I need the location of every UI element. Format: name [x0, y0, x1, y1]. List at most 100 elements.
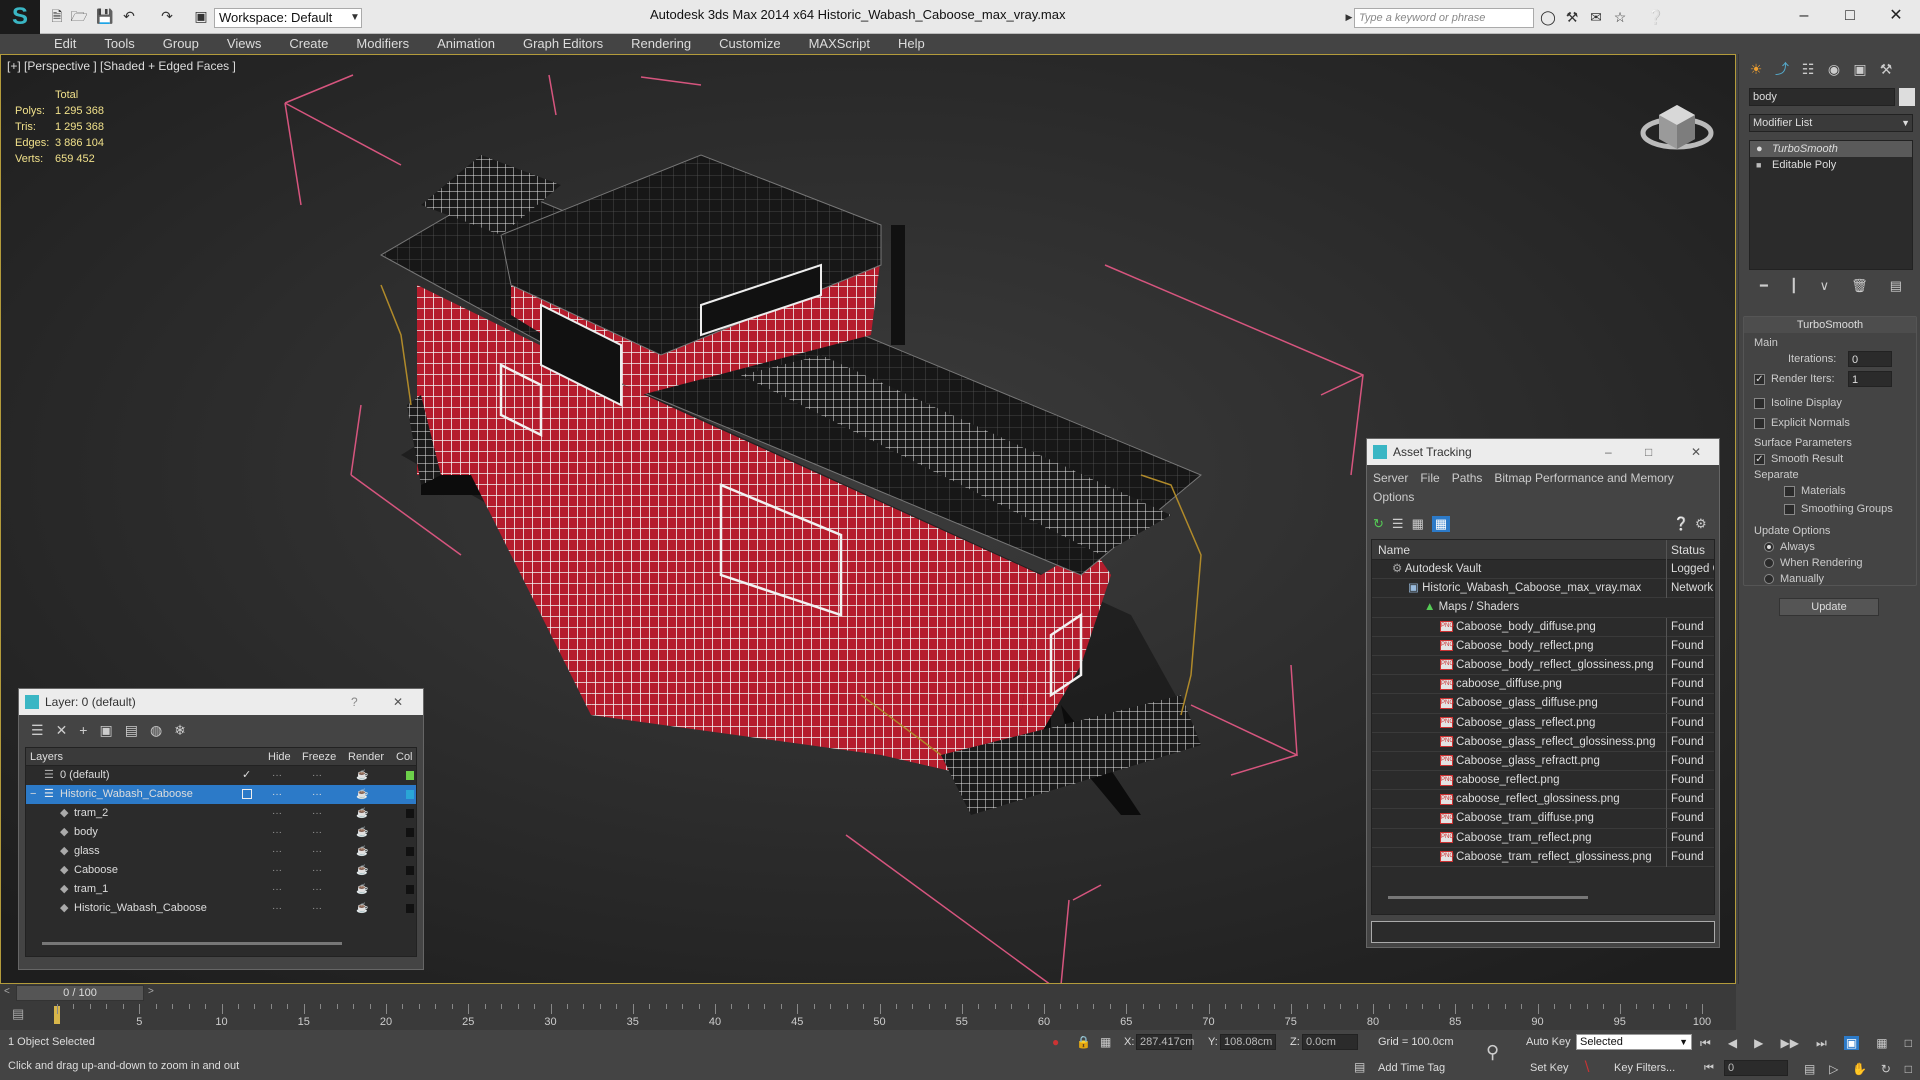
- orbit-icon[interactable]: ↻: [1881, 1062, 1891, 1076]
- workspace-dropdown[interactable]: Workspace: Default: [214, 8, 362, 28]
- object-color-swatch[interactable]: [406, 847, 414, 856]
- lightbulb-icon[interactable]: ●: [1756, 141, 1763, 157]
- zoom-all-icon[interactable]: ▦: [1876, 1036, 1887, 1050]
- menu-bitmap-performance[interactable]: Bitmap Performance and Memory: [1494, 471, 1673, 485]
- render-teapot-icon[interactable]: ☕: [356, 766, 368, 785]
- layer-row-selected[interactable]: − ☰ Historic_Wabash_Caboose ··· ··· ☕: [26, 785, 416, 804]
- current-layer-check-icon[interactable]: ✓: [242, 766, 251, 785]
- layer-dialog-titlebar[interactable]: Layer: 0 (default) ? ✕: [19, 689, 423, 715]
- hide-toggle[interactable]: ···: [272, 880, 282, 899]
- col-color[interactable]: Col: [396, 748, 413, 766]
- menu-customize[interactable]: Customize: [705, 34, 794, 54]
- delete-layer-icon[interactable]: ✕: [56, 722, 68, 739]
- asset-path-field[interactable]: [1371, 921, 1715, 943]
- render-teapot-icon[interactable]: ☕: [356, 861, 368, 880]
- mini-curve-editor-icon[interactable]: ▤: [12, 1006, 24, 1022]
- col-freeze[interactable]: Freeze: [302, 748, 336, 766]
- new-file-icon[interactable]: 🗎: [48, 8, 66, 24]
- render-teapot-icon[interactable]: ☕: [356, 899, 368, 918]
- communication-icon[interactable]: ✉: [1586, 8, 1606, 26]
- set-key-icon[interactable]: ∖: [1582, 1058, 1591, 1075]
- freeze-toggle[interactable]: ···: [312, 861, 322, 880]
- object-row[interactable]: ◆ Caboose ··· ··· ☕: [26, 861, 416, 880]
- menu-create[interactable]: Create: [275, 34, 342, 54]
- object-name-field[interactable]: body: [1749, 88, 1895, 106]
- object-color-swatch[interactable]: [1899, 88, 1915, 106]
- zoom-icon[interactable]: ▣: [1843, 1036, 1860, 1050]
- asset-row-folder[interactable]: ▲ Maps / Shaders: [1372, 598, 1714, 618]
- asset-row[interactable]: PNG Caboose_tram_diffuse.png Found: [1372, 809, 1714, 829]
- chevron-right-icon[interactable]: >: [148, 986, 154, 997]
- motion-tab-icon[interactable]: ◉: [1821, 57, 1847, 81]
- smoothing-groups-checkbox[interactable]: [1784, 503, 1795, 515]
- menu-maxscript[interactable]: MAXScript: [795, 34, 884, 54]
- refresh-icon[interactable]: ↻: [1373, 516, 1384, 532]
- chevron-left-icon[interactable]: <: [4, 986, 10, 997]
- add-time-tag[interactable]: Add Time Tag: [1378, 1062, 1445, 1074]
- asset-dialog-titlebar[interactable]: Asset Tracking – □ ✕: [1367, 439, 1719, 465]
- thumbnail-view-icon[interactable]: ▦: [1412, 516, 1424, 532]
- object-row[interactable]: ◆ tram_2 ··· ··· ☕: [26, 804, 416, 823]
- help-icon[interactable]: ❔: [1673, 516, 1689, 532]
- freeze-toggle[interactable]: ···: [312, 804, 322, 823]
- create-tab-icon[interactable]: ☀: [1743, 57, 1769, 81]
- layer-list[interactable]: Layers Hide Freeze Render Col ☰ 0 (defau…: [25, 747, 417, 957]
- iterations-spinner[interactable]: 0: [1848, 351, 1892, 367]
- set-key-button[interactable]: Set Key: [1530, 1062, 1569, 1074]
- make-unique-icon[interactable]: ∨: [1820, 278, 1830, 294]
- track-bar[interactable]: ▤ 5 10 15 20 25 30 35 40 45 50 55 60 65 70 75 80 85 90 95 1…: [0, 1002, 1736, 1030]
- chevron-down-icon[interactable]: ▼: [348, 8, 362, 28]
- menu-views[interactable]: Views: [213, 34, 275, 54]
- pan-icon[interactable]: ✋: [1852, 1062, 1867, 1076]
- render-teapot-icon[interactable]: ☕: [356, 823, 368, 842]
- close-icon[interactable]: ✕: [393, 689, 403, 715]
- asset-row[interactable]: PNG Caboose_glass_diffuse.png Found: [1372, 694, 1714, 714]
- asset-row[interactable]: PNG Caboose_body_reflect.png Found: [1372, 636, 1714, 656]
- manually-row[interactable]: Manually: [1764, 573, 1824, 585]
- horizontal-scrollbar[interactable]: [42, 942, 342, 945]
- close-icon[interactable]: ✕: [1691, 439, 1701, 465]
- when-rendering-row[interactable]: When Rendering: [1764, 557, 1863, 569]
- table-view-icon[interactable]: ▦: [1431, 516, 1451, 532]
- utilities-tab-icon[interactable]: ⚒: [1873, 57, 1899, 81]
- always-radio[interactable]: [1764, 542, 1774, 553]
- display-tab-icon[interactable]: ▣: [1847, 57, 1873, 81]
- menu-options[interactable]: Options: [1373, 490, 1414, 504]
- col-hide[interactable]: Hide: [268, 748, 291, 766]
- help-icon[interactable]: ❔: [1646, 8, 1666, 26]
- col-status[interactable]: Status: [1666, 540, 1705, 560]
- layers-icon[interactable]: ☰: [31, 722, 44, 739]
- x-coordinate-field[interactable]: 287.417cm: [1136, 1034, 1194, 1050]
- minimize-button[interactable]: –: [1605, 439, 1612, 465]
- smooth-result-row[interactable]: ✓ Smooth Result: [1754, 453, 1843, 465]
- add-layer-icon[interactable]: +: [79, 722, 87, 738]
- asset-row[interactable]: PNG caboose_reflect_glossiness.png Found: [1372, 790, 1714, 810]
- menu-graph-editors[interactable]: Graph Editors: [509, 34, 617, 54]
- app-logo-icon[interactable]: S: [0, 0, 40, 34]
- explicit-normals-checkbox[interactable]: [1754, 417, 1765, 429]
- object-row[interactable]: ◆ glass ··· ··· ☕: [26, 842, 416, 861]
- asset-row[interactable]: PNG Caboose_glass_reflect_glossiness.png F…: [1372, 732, 1714, 752]
- maximize-toggle-icon[interactable]: □: [1905, 1062, 1912, 1076]
- hide-toggle[interactable]: ···: [272, 804, 282, 823]
- open-file-icon[interactable]: 🗁: [70, 8, 88, 24]
- play-icon[interactable]: ▶: [1754, 1036, 1763, 1050]
- layer-color-swatch[interactable]: [406, 790, 414, 799]
- remove-modifier-icon[interactable]: 🗑: [1851, 278, 1868, 294]
- asset-row-file[interactable]: ▣ Historic_Wabash_Caboose_max_vray.max Ne…: [1372, 579, 1714, 599]
- isoline-display-row[interactable]: Isoline Display: [1754, 397, 1842, 409]
- object-row[interactable]: ◆ body ··· ··· ☕: [26, 823, 416, 842]
- horizontal-scrollbar[interactable]: [1388, 896, 1588, 899]
- expand-icon[interactable]: −: [30, 785, 36, 804]
- modifier-stack[interactable]: ● TurboSmooth ■ Editable Poly: [1749, 140, 1913, 270]
- render-teapot-icon[interactable]: ☕: [356, 842, 368, 861]
- object-row[interactable]: ◆ tram_1 ··· ··· ☕: [26, 880, 416, 899]
- configure-sets-icon[interactable]: ▤: [1890, 278, 1902, 294]
- asset-row[interactable]: PNG caboose_diffuse.png Found: [1372, 675, 1714, 695]
- object-color-swatch[interactable]: [406, 885, 414, 894]
- current-frame-field[interactable]: 0: [1724, 1060, 1788, 1076]
- manually-radio[interactable]: [1764, 574, 1774, 585]
- freeze-toggle[interactable]: ···: [312, 880, 322, 899]
- stack-item-editable-poly[interactable]: ■ Editable Poly: [1750, 157, 1912, 173]
- rollout-title[interactable]: TurboSmooth: [1744, 317, 1916, 333]
